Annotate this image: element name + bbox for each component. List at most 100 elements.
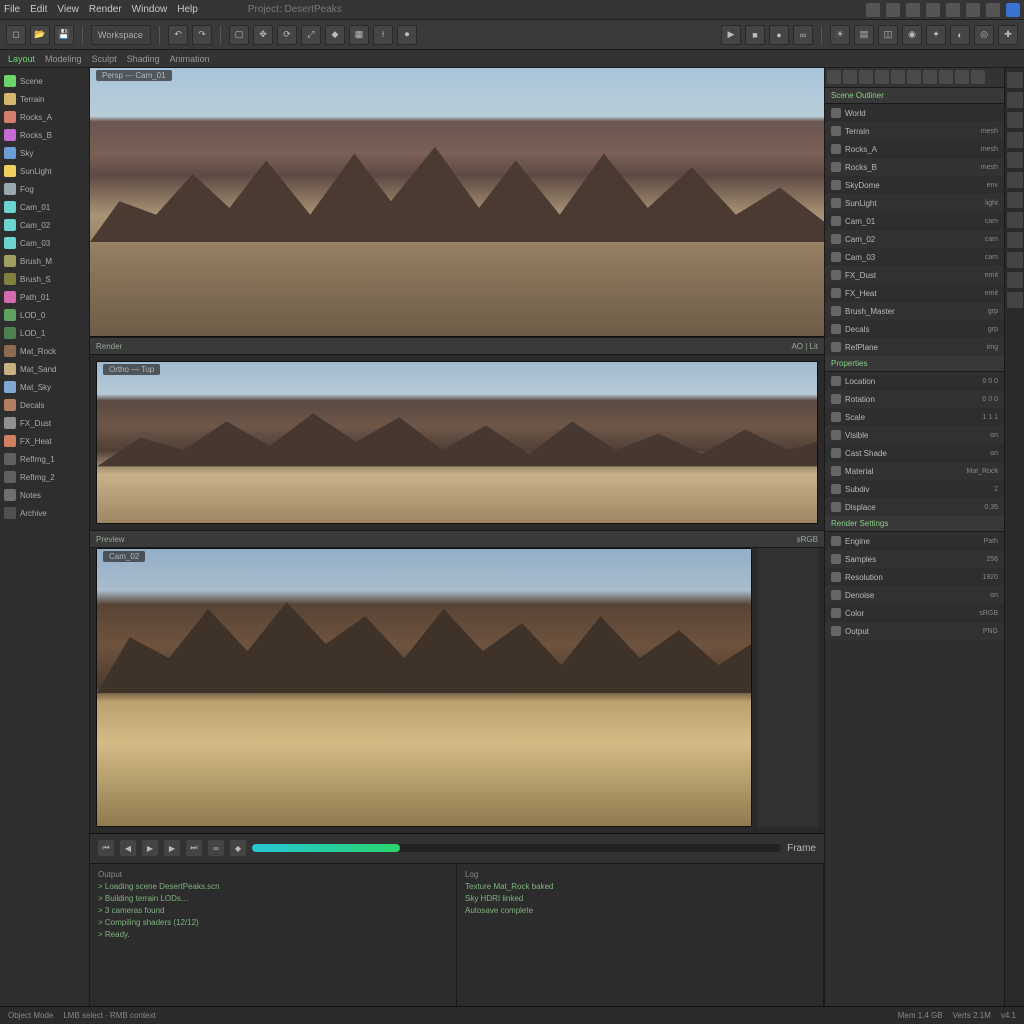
save-button[interactable]: 💾 (54, 25, 74, 45)
prop-row[interactable]: World (825, 104, 1004, 122)
tab-animation[interactable]: Animation (170, 54, 210, 64)
rail-item[interactable]: LOD_1 (0, 324, 89, 342)
overlay-ao[interactable]: ◐ (950, 25, 970, 45)
tl-next-button[interactable]: ▶ (164, 840, 180, 856)
prop-row[interactable]: Cast Shadeon (825, 444, 1004, 462)
shading-solid[interactable]: ◉ (902, 25, 922, 45)
rail-item[interactable]: FX_Dust (0, 414, 89, 432)
prop-row[interactable]: MaterialMat_Rock (825, 462, 1004, 480)
overlay-fx[interactable]: ✦ (926, 25, 946, 45)
properties-tab-button[interactable] (1007, 192, 1023, 208)
tl-start-button[interactable]: ⏮ (98, 840, 114, 856)
shading-tex[interactable]: ▤ (854, 25, 874, 45)
viewport-persp[interactable]: Persp — Cam_01 (90, 68, 824, 337)
rail-item[interactable]: Fog (0, 180, 89, 198)
tl-loop-button[interactable]: ∞ (208, 840, 224, 856)
inspector-mini-button[interactable] (971, 70, 985, 84)
rail-item[interactable]: Sky (0, 144, 89, 162)
select-tool[interactable]: ▢ (229, 25, 249, 45)
properties-tab-button[interactable] (1007, 92, 1023, 108)
tab-shading[interactable]: Shading (127, 54, 160, 64)
record-tool[interactable]: ● (769, 25, 789, 45)
camera-tool[interactable]: ⏺ (397, 25, 417, 45)
overlay-gizmo[interactable]: ✚ (998, 25, 1018, 45)
inspector-mini-button[interactable] (955, 70, 969, 84)
prop-row[interactable]: SunLightlight (825, 194, 1004, 212)
link-icon[interactable] (986, 3, 1000, 17)
timeline-track[interactable] (252, 844, 781, 852)
properties-tab-button[interactable] (1007, 292, 1023, 308)
loop-tool[interactable]: ∞ (793, 25, 813, 45)
tab-layout[interactable]: Layout (8, 54, 35, 64)
properties-tab-button[interactable] (1007, 112, 1023, 128)
prop-row[interactable]: Location0 0 0 (825, 372, 1004, 390)
prop-row[interactable]: Brush_Mastergrp (825, 302, 1004, 320)
new-button[interactable]: ◻ (6, 25, 26, 45)
rail-item[interactable]: Notes (0, 486, 89, 504)
inspector-mini-button[interactable] (923, 70, 937, 84)
prop-row[interactable]: Cam_02cam (825, 230, 1004, 248)
rail-item[interactable]: Brush_M (0, 252, 89, 270)
viewport-cam2[interactable]: Cam_02 (96, 548, 752, 827)
cloud-icon[interactable] (906, 3, 920, 17)
tab-sculpt[interactable]: Sculpt (92, 54, 117, 64)
prop-row[interactable]: Samples256 (825, 550, 1004, 568)
updates-icon[interactable] (966, 3, 980, 17)
inspector-mini-button[interactable] (843, 70, 857, 84)
prop-row[interactable]: Decalsgrp (825, 320, 1004, 338)
rail-item[interactable]: FX_Heat (0, 432, 89, 450)
inspector-mini-button[interactable] (859, 70, 873, 84)
prop-row[interactable]: OutputPNG (825, 622, 1004, 640)
console-log[interactable]: Log Texture Mat_Rock baked Sky HDRI link… (457, 864, 824, 1006)
tl-play-button[interactable]: ▶ (142, 840, 158, 856)
menu-view[interactable]: View (57, 4, 79, 15)
prop-row[interactable]: Visibleon (825, 426, 1004, 444)
snap-tool[interactable]: ◆ (325, 25, 345, 45)
redo-button[interactable]: ↷ (192, 25, 212, 45)
rail-item[interactable]: Brush_S (0, 270, 89, 288)
menu-help[interactable]: Help (177, 4, 198, 15)
tl-key-button[interactable]: ◆ (230, 840, 246, 856)
rail-item[interactable]: Rocks_B (0, 126, 89, 144)
prop-row[interactable]: Rocks_Bmesh (825, 158, 1004, 176)
prop-row[interactable]: Rotation0 0 0 (825, 390, 1004, 408)
rail-item[interactable]: RefImg_1 (0, 450, 89, 468)
play-tool[interactable]: ▶ (721, 25, 741, 45)
prop-row[interactable]: FX_Dustemit (825, 266, 1004, 284)
shading-wire[interactable]: ◫ (878, 25, 898, 45)
menu-window[interactable]: Window (132, 4, 168, 15)
prop-row[interactable]: RefPlaneimg (825, 338, 1004, 356)
rail-item[interactable]: SunLight (0, 162, 89, 180)
save-icon[interactable] (866, 3, 880, 17)
prop-row[interactable]: Terrainmesh (825, 122, 1004, 140)
properties-tab-button[interactable] (1007, 232, 1023, 248)
properties-tab-button[interactable] (1007, 212, 1023, 228)
tl-end-button[interactable]: ⏭ (186, 840, 202, 856)
rail-item[interactable]: Archive (0, 504, 89, 522)
prop-row[interactable]: Cam_03cam (825, 248, 1004, 266)
inspector-mini-button[interactable] (907, 70, 921, 84)
menu-file[interactable]: File (4, 4, 20, 15)
inspector-mini-button[interactable] (891, 70, 905, 84)
measure-tool[interactable]: ⟊ (373, 25, 393, 45)
rail-item[interactable]: Path_01 (0, 288, 89, 306)
inspector-mini-button[interactable] (875, 70, 889, 84)
rail-item[interactable]: Mat_Sand (0, 360, 89, 378)
properties-tab-button[interactable] (1007, 72, 1023, 88)
menu-edit[interactable]: Edit (30, 4, 47, 15)
inspector-mini-button[interactable] (827, 70, 841, 84)
inspector-mini-button[interactable] (939, 70, 953, 84)
user-icon[interactable] (1006, 3, 1020, 17)
rotate-tool[interactable]: ⟳ (277, 25, 297, 45)
rail-item[interactable]: Rocks_A (0, 108, 89, 126)
prop-row[interactable]: Subdiv2 (825, 480, 1004, 498)
undo-button[interactable]: ↶ (168, 25, 188, 45)
rail-item[interactable]: Cam_01 (0, 198, 89, 216)
rail-item[interactable]: LOD_0 (0, 306, 89, 324)
prop-row[interactable]: ColorsRGB (825, 604, 1004, 622)
notify-icon[interactable] (946, 3, 960, 17)
prop-row[interactable]: EnginePath (825, 532, 1004, 550)
prop-row[interactable]: Rocks_Amesh (825, 140, 1004, 158)
open-button[interactable]: 📂 (30, 25, 50, 45)
move-tool[interactable]: ✥ (253, 25, 273, 45)
